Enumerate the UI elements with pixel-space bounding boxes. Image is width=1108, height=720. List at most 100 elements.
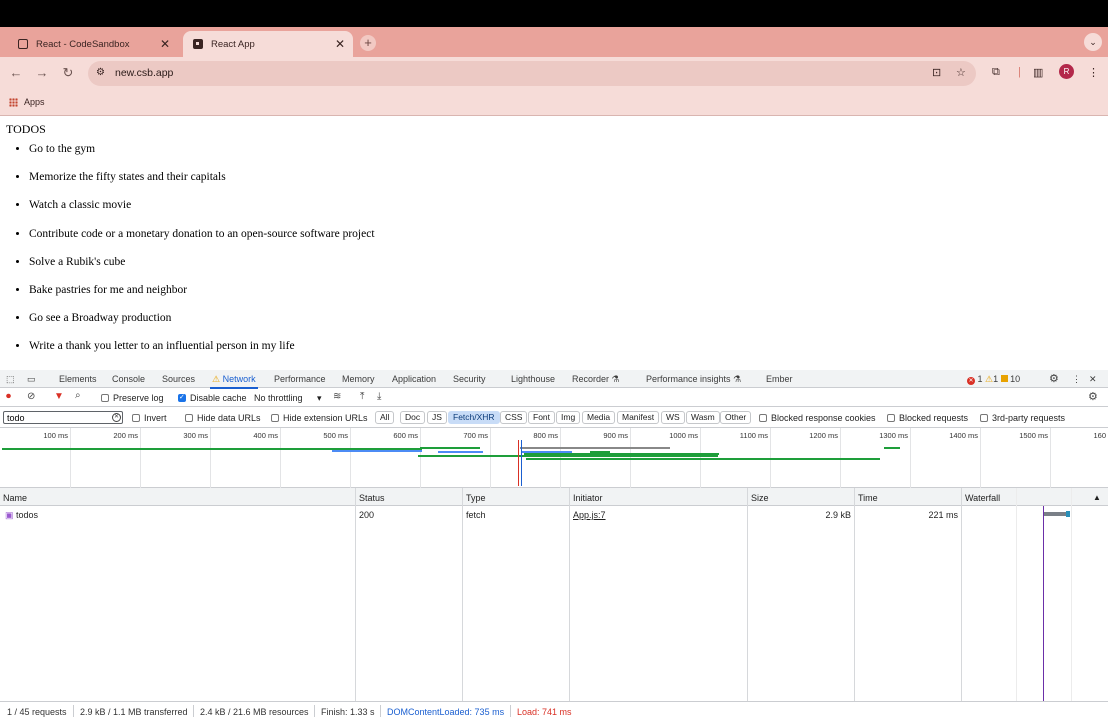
extensions-icon[interactable]: ⧉ [992, 66, 1000, 79]
disable-cache-checkbox[interactable]: Disable cache [178, 393, 247, 403]
network-overview-timeline[interactable]: 100 ms 200 ms 300 ms 400 ms 500 ms 600 m… [0, 428, 1108, 488]
divider [73, 705, 74, 717]
blocked-requests-label: Blocked requests [899, 413, 969, 423]
codesandbox-favicon-icon [18, 39, 28, 49]
import-har-icon[interactable]: ⤒ [360, 391, 364, 402]
clear-icon[interactable]: ⊘ [27, 391, 35, 402]
tab-recorder[interactable]: Recorder ⚗ [572, 374, 620, 385]
type-filter-other[interactable]: Other [720, 411, 752, 424]
forward-arrow-icon[interactable]: → [34, 65, 50, 80]
network-settings-gear-icon[interactable]: ⚙ [1088, 390, 1098, 403]
grid-line [70, 428, 71, 488]
column-initiator[interactable]: Initiator [573, 493, 603, 503]
search-icon[interactable]: ⌕ [75, 390, 81, 401]
timeline-tick: 700 ms [463, 431, 488, 440]
tab-performance-insights[interactable]: Performance insights ⚗ [646, 374, 741, 385]
reload-icon[interactable]: ↻ [60, 65, 76, 81]
tab-console[interactable]: Console [112, 374, 145, 384]
type-filter-manifest[interactable]: Manifest [617, 411, 660, 424]
column-type[interactable]: Type [466, 493, 486, 503]
blocked-requests-checkbox[interactable]: Blocked requests [887, 413, 968, 423]
type-filter-font[interactable]: Font [528, 411, 556, 424]
tab-lighthouse[interactable]: Lighthouse [511, 374, 555, 384]
finish-time: Finish: 1.33 s [321, 707, 375, 717]
table-row[interactable]: ▣ todos 200 fetch App.js:7 2.9 kB 221 ms [0, 506, 1108, 523]
column-size[interactable]: Size [751, 493, 769, 503]
timeline-bar [884, 447, 900, 449]
inspect-element-icon[interactable]: ⬚ [6, 374, 15, 385]
network-conditions-icon[interactable]: ≋ [333, 391, 341, 402]
kebab-menu-icon[interactable]: ⋮ [1072, 374, 1081, 385]
request-count: 1 / 45 requests [7, 707, 67, 717]
bookmark-star-icon[interactable]: ☆ [956, 66, 966, 79]
type-filter-fetch-xhr[interactable]: Fetch/XHR [448, 411, 500, 424]
tab-elements[interactable]: Elements [59, 374, 97, 384]
issues-counter[interactable]: ✕ 1 ⚠1 10 [967, 374, 1020, 385]
type-filter-css[interactable]: CSS [500, 411, 528, 424]
avatar[interactable]: R [1059, 64, 1074, 79]
clear-filter-icon[interactable]: ✕ [112, 413, 121, 422]
timeline-tick: 200 ms [113, 431, 138, 440]
back-arrow-icon[interactable]: ← [8, 65, 24, 80]
column-time[interactable]: Time [858, 493, 878, 503]
close-icon[interactable]: ✕ [1089, 374, 1097, 385]
codesandbox-favicon-icon [193, 39, 203, 49]
disable-cache-label: Disable cache [190, 393, 247, 403]
preserve-log-checkbox[interactable]: Preserve log [101, 393, 164, 403]
list-item: Bake pastries for me and neighbor [29, 283, 812, 311]
hide-extension-urls-label: Hide extension URLs [283, 413, 368, 423]
third-party-requests-checkbox[interactable]: 3rd-party requests [980, 413, 1065, 423]
type-filter-js[interactable]: JS [427, 411, 447, 424]
tab-security[interactable]: Security [453, 374, 486, 384]
checkbox-icon [132, 414, 140, 422]
filter-icon[interactable]: ▼ [54, 391, 64, 402]
tab-ember[interactable]: Ember [766, 374, 793, 384]
kebab-menu-icon[interactable]: ⋮ [1088, 66, 1099, 79]
device-toolbar-icon[interactable]: ▭ [27, 374, 36, 385]
timeline-tick: 1300 ms [879, 431, 908, 440]
request-name[interactable]: ▣ todos [5, 510, 38, 521]
close-icon[interactable]: ✕ [158, 37, 172, 51]
type-filter-img[interactable]: Img [556, 411, 581, 424]
web-page: TODOS Go to the gym Memorize the fifty s… [0, 116, 1108, 370]
hide-extension-urls-checkbox[interactable]: Hide extension URLs [271, 413, 368, 423]
list-item: Write a thank you letter to an influenti… [29, 339, 812, 367]
tab-performance[interactable]: Performance [274, 374, 326, 384]
list-item: Contribute code or a monetary donation t… [29, 227, 812, 255]
list-item: Go to the gym [29, 142, 812, 170]
request-type: fetch [466, 510, 486, 520]
install-app-icon[interactable]: ⊡ [932, 66, 941, 79]
blocked-response-cookies-checkbox[interactable]: Blocked response cookies [759, 413, 876, 423]
site-settings-icon[interactable]: ⚙ [96, 67, 105, 78]
type-filter-wasm[interactable]: Wasm [686, 411, 720, 424]
bookmark-apps[interactable]: Apps [9, 97, 45, 107]
gear-icon[interactable]: ⚙ [1049, 372, 1059, 385]
tab-application[interactable]: Application [392, 374, 436, 384]
type-filter-media[interactable]: Media [582, 411, 616, 424]
column-status[interactable]: Status [359, 493, 385, 503]
type-filter-doc[interactable]: Doc [400, 411, 426, 424]
column-name[interactable]: Name [3, 493, 27, 503]
tab-memory[interactable]: Memory [342, 374, 375, 384]
sort-ascending-icon[interactable]: ▲ [1093, 493, 1101, 502]
throttling-select[interactable]: No throttling ▾ [254, 393, 322, 404]
export-har-icon[interactable]: ⤓ [377, 391, 381, 402]
new-tab-button[interactable]: + [360, 35, 376, 51]
invert-checkbox[interactable]: Invert [132, 413, 167, 423]
hide-data-urls-checkbox[interactable]: Hide data URLs [185, 413, 261, 423]
type-filter-ws[interactable]: WS [661, 411, 685, 424]
timeline-bar [420, 447, 480, 449]
record-icon[interactable]: ⏺ [6, 391, 11, 402]
tab-codesandbox[interactable]: React - CodeSandbox ✕ [8, 31, 178, 57]
type-filter-all[interactable]: All [375, 411, 395, 424]
close-icon[interactable]: ✕ [333, 37, 347, 51]
request-initiator-link[interactable]: App.js:7 [573, 510, 606, 520]
tab-search-chevron-icon[interactable]: ⌄ [1084, 33, 1102, 51]
tab-sources[interactable]: Sources [162, 374, 195, 384]
address-bar[interactable]: ⚙ new.csb.app ⊡ ☆ [88, 61, 976, 86]
filter-input[interactable] [3, 411, 123, 424]
column-waterfall[interactable]: Waterfall [965, 493, 1000, 503]
tab-react-app[interactable]: React App ✕ [183, 31, 353, 57]
side-panel-icon[interactable]: ▥ [1033, 66, 1043, 79]
tab-network[interactable]: ⚠ Network [210, 374, 258, 389]
